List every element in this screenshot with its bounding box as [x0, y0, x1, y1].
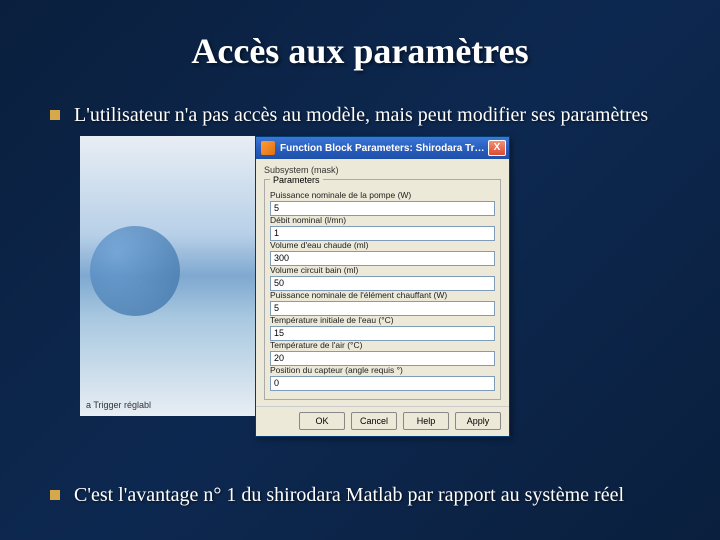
field-label: Volume circuit bain (ml)	[270, 265, 495, 275]
bullet-1: L'utilisateur n'a pas accès au modèle, m…	[50, 102, 670, 128]
dialog-title: Function Block Parameters: Shirodara Tr…	[280, 143, 488, 154]
help-button[interactable]: Help	[403, 412, 449, 430]
field-label: Volume d'eau chaude (ml)	[270, 240, 495, 250]
sensor-position-input[interactable]: 0	[270, 376, 495, 391]
flow-rate-input[interactable]: 1	[270, 226, 495, 241]
field-row: Position du capteur (angle requis °) 0	[270, 365, 495, 391]
bath-volume-input[interactable]: 50	[270, 276, 495, 291]
field-row: Puissance nominale de la pompe (W) 5	[270, 190, 495, 216]
bullet-2-text: C'est l'avantage n° 1 du shirodara Matla…	[74, 482, 624, 508]
field-row: Volume circuit bain (ml) 50	[270, 265, 495, 291]
field-row: Volume d'eau chaude (ml) 300	[270, 240, 495, 266]
dialog-titlebar[interactable]: Function Block Parameters: Shirodara Tr……	[256, 137, 509, 159]
heater-power-input[interactable]: 5	[270, 301, 495, 316]
hot-water-volume-input[interactable]: 300	[270, 251, 495, 266]
simulink-icon	[261, 141, 275, 155]
field-label: Débit nominal (l/mn)	[270, 215, 495, 225]
section-label: Subsystem (mask)	[264, 165, 501, 175]
dialog-buttons: OK Cancel Help Apply	[256, 406, 509, 436]
field-label: Puissance nominale de la pompe (W)	[270, 190, 495, 200]
bg-caption: a Trigger réglabl	[86, 400, 151, 410]
field-label: Position du capteur (angle requis °)	[270, 365, 495, 375]
bullet-marker-icon	[50, 110, 60, 120]
bullet-marker-icon	[50, 490, 60, 500]
field-label: Température initiale de l'eau (°C)	[270, 315, 495, 325]
background-illustration: a Trigger réglabl	[80, 136, 255, 416]
ok-button[interactable]: OK	[299, 412, 345, 430]
field-row: Puissance nominale de l'élément chauffan…	[270, 290, 495, 316]
field-label: Température de l'air (°C)	[270, 340, 495, 350]
field-row: Température de l'air (°C) 20	[270, 340, 495, 366]
slide-title: Accès aux paramètres	[50, 30, 670, 72]
parameters-group: Parameters Puissance nominale de la pomp…	[264, 179, 501, 400]
field-row: Température initiale de l'eau (°C) 15	[270, 315, 495, 341]
bullet-2: C'est l'avantage n° 1 du shirodara Matla…	[50, 482, 670, 508]
bullet-1-text: L'utilisateur n'a pas accès au modèle, m…	[74, 102, 648, 128]
air-temp-input[interactable]: 20	[270, 351, 495, 366]
pump-power-input[interactable]: 5	[270, 201, 495, 216]
cancel-button[interactable]: Cancel	[351, 412, 397, 430]
apply-button[interactable]: Apply	[455, 412, 501, 430]
field-row: Débit nominal (l/mn) 1	[270, 215, 495, 241]
parameters-dialog: Function Block Parameters: Shirodara Tr……	[255, 136, 510, 437]
field-label: Puissance nominale de l'élément chauffan…	[270, 290, 495, 300]
group-legend: Parameters	[270, 175, 323, 185]
initial-temp-input[interactable]: 15	[270, 326, 495, 341]
close-button[interactable]: X	[488, 140, 506, 156]
